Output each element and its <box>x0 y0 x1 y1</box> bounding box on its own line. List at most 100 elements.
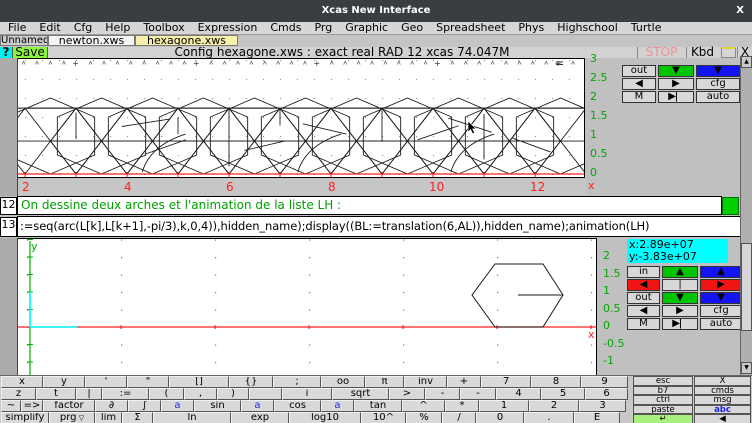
key-abc[interactable]: abc <box>694 405 751 415</box>
scrollbar-thumb[interactable] <box>741 243 752 331</box>
key-times[interactable]: * <box>445 400 479 412</box>
key-z[interactable]: z <box>1 388 36 400</box>
graph1-plot-area[interactable] <box>18 58 585 178</box>
key-cmds[interactable]: cmds <box>694 386 751 396</box>
g2-auto-button[interactable]: auto <box>700 318 742 330</box>
key-divide[interactable]: / <box>442 412 476 423</box>
key-lparen[interactable]: ( <box>149 388 184 400</box>
key-log10[interactable]: log10 <box>289 412 361 423</box>
key-power[interactable]: ^ <box>402 400 445 412</box>
key-braces[interactable]: {} <box>229 376 273 388</box>
key-1[interactable]: 1 <box>479 400 529 412</box>
menu-item-help[interactable]: Help <box>105 22 130 34</box>
g1-m-button[interactable]: M <box>622 91 656 103</box>
key-brackets[interactable]: [] <box>169 376 229 388</box>
row13-command-input[interactable]: :=seq(arc(L[k],L[k+1],-pi/3),k,0,4)),hid… <box>17 216 752 237</box>
session-mini-button[interactable] <box>721 47 736 58</box>
key-prg[interactable]: prg ▽ <box>49 412 95 423</box>
key-9[interactable]: 9 <box>581 376 628 388</box>
key-dot[interactable]: . <box>524 412 574 423</box>
menu-item-highschool[interactable]: Highschool <box>557 22 618 34</box>
menu-item-toolbox[interactable]: Toolbox <box>143 22 184 34</box>
row13-number[interactable]: 13 <box>0 217 17 237</box>
key-minus[interactable]: - <box>425 388 460 400</box>
key-sigma[interactable]: Σ <box>122 412 153 423</box>
key-vbar[interactable]: | <box>76 388 102 400</box>
menu-item-graphic[interactable]: Graphic <box>345 22 388 34</box>
g1-step-button[interactable]: ▶▏ <box>658 91 694 103</box>
config-status-text[interactable]: Config hexagone.xws : exact real RAD 12 … <box>48 47 636 58</box>
key-factor[interactable]: factor <box>43 400 95 412</box>
level-strip-graph1[interactable] <box>0 58 18 196</box>
key-a[interactable]: a <box>241 400 274 412</box>
key-i[interactable]: i <box>282 388 332 400</box>
key-ln[interactable]: ln <box>153 412 231 423</box>
key-4[interactable]: 4 <box>496 388 541 400</box>
key-integral[interactable]: ∫ <box>128 400 161 412</box>
key-tan[interactable]: tan <box>354 400 402 412</box>
key-inv[interactable]: inv <box>404 376 447 388</box>
key-msg[interactable]: msg <box>694 395 751 405</box>
g2-step-button[interactable]: ▶▏ <box>662 318 698 330</box>
menu-item-prg[interactable]: Prg <box>314 22 332 34</box>
key-tilde[interactable]: ~ <box>1 400 21 412</box>
key-a[interactable]: a <box>161 400 194 412</box>
menu-item-geo[interactable]: Geo <box>401 22 423 34</box>
key-infinity[interactable]: oo <box>321 376 365 388</box>
session-scroll-indicator[interactable] <box>722 197 739 215</box>
key-plus[interactable]: + <box>447 376 481 388</box>
key-7[interactable]: 7 <box>481 376 531 388</box>
menu-item-spreadsheet[interactable]: Spreadsheet <box>436 22 505 34</box>
key-paste[interactable]: paste <box>633 405 693 415</box>
menu-item-file[interactable]: File <box>8 22 26 34</box>
key-close[interactable]: X <box>694 376 751 386</box>
save-button[interactable]: Save <box>13 47 48 58</box>
key-t[interactable]: t <box>36 388 76 400</box>
key-double-quote[interactable]: " <box>127 376 169 388</box>
row12-number[interactable]: 12 <box>0 197 17 215</box>
key-2[interactable]: 2 <box>529 400 579 412</box>
key-enter[interactable]: ↵ <box>633 414 693 423</box>
key-exp[interactable]: exp <box>231 412 289 423</box>
key-partial[interactable]: ∂ <box>95 400 128 412</box>
menu-item-expression[interactable]: Expression <box>198 22 258 34</box>
tab-hexagone-xws[interactable]: hexagone.xws <box>135 35 238 46</box>
key-comma[interactable]: , <box>184 388 217 400</box>
row12-comment-input[interactable]: On dessine deux arches et l'animation de… <box>17 196 722 215</box>
key-greater[interactable]: > <box>389 388 425 400</box>
tab-newton-xws[interactable]: newton.xws <box>48 35 135 46</box>
key-a[interactable]: a <box>321 400 354 412</box>
key-simplify[interactable]: simplify <box>1 412 49 423</box>
key-e[interactable]: E <box>574 412 620 423</box>
key-ctrl[interactable]: ctrl <box>633 395 693 405</box>
key-6[interactable]: 6 <box>585 388 628 400</box>
menu-item-phys[interactable]: Phys <box>518 22 544 34</box>
key-x[interactable]: x <box>1 376 43 388</box>
key-lim[interactable]: lim <box>95 412 122 423</box>
key-backspace[interactable]: ◀ <box>694 414 751 423</box>
key-3[interactable]: 3 <box>579 400 626 412</box>
scroll-up-icon[interactable]: ▲ <box>741 56 752 68</box>
key-y[interactable]: y <box>43 376 85 388</box>
menu-item-edit[interactable]: Edit <box>39 22 60 34</box>
key-pi[interactable]: π <box>365 376 404 388</box>
menu-item-cmds[interactable]: Cmds <box>270 22 301 34</box>
menu-item-cfg[interactable]: Cfg <box>74 22 93 34</box>
menu-item-turtle[interactable]: Turtle <box>631 22 662 34</box>
key-cos[interactable]: cos <box>274 400 321 412</box>
scroll-down-icon[interactable]: ▼ <box>741 362 752 374</box>
graph2-canvas[interactable] <box>18 239 596 375</box>
session-scrollbar[interactable]: ▲ ▼ <box>740 56 752 375</box>
key-minus[interactable]: - <box>460 388 496 400</box>
window-close-icon[interactable]: X <box>736 5 744 16</box>
key-semicolon[interactable]: ; <box>273 376 321 388</box>
stop-button[interactable]: STOP <box>637 47 685 58</box>
key-percent[interactable]: % <box>406 412 442 423</box>
key-pow10[interactable]: 10^ <box>361 412 406 423</box>
key-quote[interactable]: ' <box>85 376 127 388</box>
key-assign[interactable]: := <box>102 388 149 400</box>
key-0[interactable]: 0 <box>476 412 524 423</box>
graph2-plot-area[interactable] <box>18 238 597 375</box>
key-sin[interactable]: sin <box>194 400 241 412</box>
kbd-toggle-button[interactable]: Kbd <box>686 47 718 58</box>
